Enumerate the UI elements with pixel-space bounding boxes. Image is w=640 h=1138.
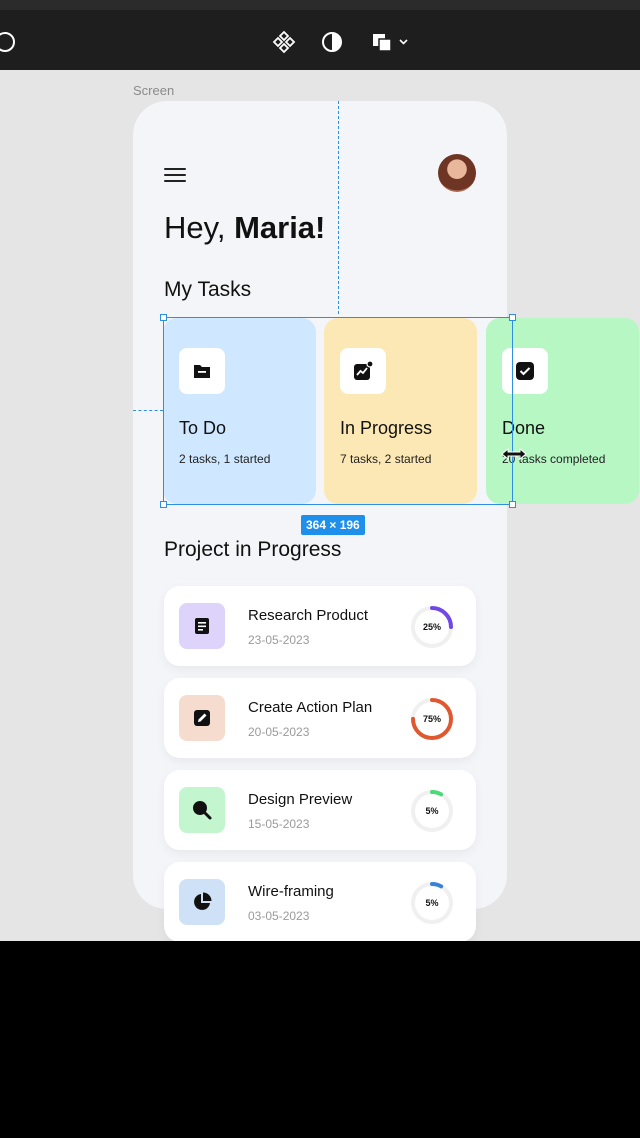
frame-label[interactable]: Screen — [133, 83, 174, 98]
editor-toolbar — [0, 0, 640, 70]
vertical-guide — [338, 101, 339, 314]
resize-handle-top-left[interactable] — [160, 314, 167, 321]
contrast-icon[interactable] — [319, 29, 345, 55]
document-icon — [179, 603, 225, 649]
resize-handle-bottom-right[interactable] — [509, 501, 516, 508]
project-name: Design Preview — [248, 791, 353, 808]
greeting: Hey, Maria! — [164, 210, 325, 246]
search-icon — [179, 787, 225, 833]
pie-chart-icon — [179, 879, 225, 925]
project-name: Research Product — [248, 607, 369, 624]
menu-icon[interactable] — [164, 168, 186, 182]
project-card[interactable]: Wire-framing 03-05-2023 5% — [164, 862, 476, 941]
project-card[interactable]: Create Action Plan 20-05-2023 75% — [164, 678, 476, 758]
resize-handle-bottom-left[interactable] — [160, 501, 167, 508]
selection-size-badge: 364 × 196 — [301, 515, 365, 535]
greeting-name: Maria! — [234, 210, 326, 245]
project-section-title: Project in Progress — [164, 538, 342, 561]
ellipse-tool-icon[interactable] — [0, 29, 18, 55]
progress-label: 5% — [425, 898, 439, 908]
progress-label: 25% — [422, 622, 441, 632]
avatar[interactable] — [438, 154, 476, 192]
boolean-ops-icon[interactable] — [370, 29, 412, 55]
project-date: 20-05-2023 — [248, 725, 310, 739]
horizontal-guide — [133, 410, 163, 411]
edit-icon — [179, 695, 225, 741]
project-date: 03-05-2023 — [248, 909, 310, 923]
progress-label: 5% — [425, 806, 439, 816]
selection-box[interactable] — [160, 314, 516, 508]
project-name: Wire-framing — [248, 883, 334, 900]
resize-handle-top-right[interactable] — [509, 314, 516, 321]
design-canvas[interactable]: Screen Hey, Maria! My Tasks To Do 2 task… — [0, 70, 640, 941]
project-date: 23-05-2023 — [248, 633, 310, 647]
resize-cursor-icon — [501, 447, 527, 461]
project-date: 15-05-2023 — [248, 817, 310, 831]
greeting-prefix: Hey, — [164, 210, 235, 245]
progress-label: 75% — [422, 714, 441, 724]
my-tasks-title: My Tasks — [164, 278, 252, 301]
project-card[interactable]: Research Product 23-05-2023 25% — [164, 586, 476, 666]
component-icon[interactable] — [271, 29, 297, 55]
project-name: Create Action Plan — [248, 699, 373, 716]
project-card[interactable]: Design Preview 15-05-2023 5% — [164, 770, 476, 850]
